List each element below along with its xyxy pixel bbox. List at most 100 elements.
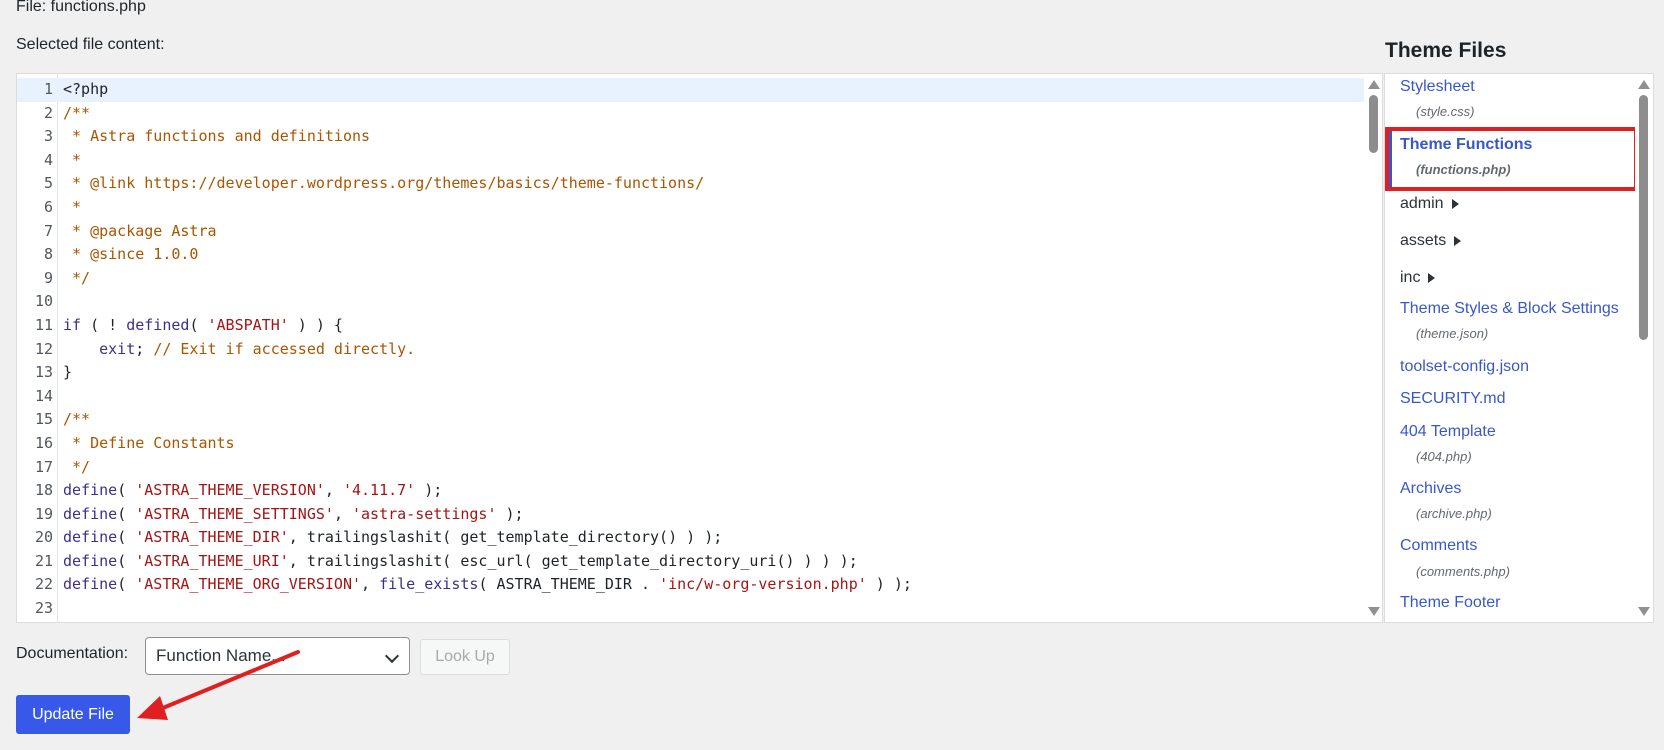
code-line[interactable]: 18 define( 'ASTRA_THEME_VERSION', '4.11.7… [17,479,1364,503]
line-number: 17 [34,457,53,476]
code-token: define [63,575,118,594]
scroll-down-arrow-icon[interactable] [1638,607,1650,616]
code-line[interactable]: 3 * Astra functions and definitions [17,125,1364,149]
expand-arrow-icon[interactable] [1451,198,1459,209]
file-comments[interactable]: Comments [1400,537,1477,555]
code-text: define( 'ASTRA_THEME_URI', trailingslash… [63,550,858,574]
expand-arrow-icon[interactable] [1454,235,1462,246]
code-line[interactable]: 14 [17,385,1364,409]
code-token: , [324,481,343,500]
folder-assets[interactable]: assets [1400,232,1462,250]
line-number: 9 [43,268,53,287]
line-number: 12 [34,339,53,358]
sidebar-scrollbar[interactable] [1635,74,1653,622]
scrollbar-thumb[interactable] [1639,95,1648,340]
code-text: * @package Astra [63,220,217,244]
scroll-down-arrow-icon[interactable] [1368,607,1380,616]
code-token: ; [135,339,154,358]
code-line[interactable]: 16 * Define Constants [17,432,1364,456]
code-token: ( ! [81,315,127,334]
code-token: , trailingslashit( get_template_director… [288,528,723,547]
code-text: * [63,149,81,173]
code-token: * Astra functions and definitions [63,127,371,146]
look-up-button[interactable]: Look Up [420,639,510,675]
line-number: 8 [43,245,53,264]
line-number: 11 [34,315,53,334]
code-line[interactable]: 20 define( 'ASTRA_THEME_DIR', trailingsla… [17,526,1364,550]
code-line[interactable]: 15 /** [17,408,1364,432]
code-line[interactable]: 8 * @since 1.0.0 [17,243,1364,267]
folder-inc[interactable]: inc [1400,269,1436,287]
code-line[interactable]: 19 define( 'ASTRA_THEME_SETTINGS', 'astra… [17,503,1364,527]
folder-inc-label: inc [1400,269,1421,286]
code-token: */ [63,457,91,476]
code-line[interactable]: 7 * @package Astra [17,220,1364,244]
code-token: if [63,315,82,334]
line-number: 2 [43,103,53,122]
file-archives[interactable]: Archives [1400,480,1461,498]
file-stylesheet[interactable]: Stylesheet [1400,78,1475,96]
code-token: * [63,150,82,169]
code-token: ( [117,504,136,523]
code-token: 'ABSPATH' [207,315,289,334]
code-token: /** [63,103,91,122]
code-line[interactable]: 21 define( 'ASTRA_THEME_URI', trailingsla… [17,550,1364,574]
code-text: define( 'ASTRA_THEME_ORG_VERSION', file_… [63,573,912,597]
folder-admin-label: admin [1400,195,1444,212]
code-line[interactable]: 9 */ [17,267,1364,291]
code-token: */ [63,268,91,287]
code-editor[interactable]: 1 <?php 2 /** 3 * Astra functions and defini… [16,73,1383,623]
code-token: , trailingslashit( esc_url( get_template… [288,551,858,570]
code-text: /** [63,408,90,432]
scroll-up-arrow-icon[interactable] [1368,80,1380,89]
code-line[interactable]: 1 <?php [17,78,1364,102]
line-number: 4 [43,150,53,169]
code-line[interactable]: 17 */ [17,456,1364,480]
expand-arrow-icon[interactable] [1428,272,1436,283]
file-theme-styles[interactable]: Theme Styles & Block Settings [1400,300,1619,318]
file-toolset-config[interactable]: toolset-config.json [1400,358,1529,376]
code-token: ) ) { [288,315,343,334]
file-security[interactable]: SECURITY.md [1400,390,1506,408]
file-404-template[interactable]: 404 Template [1400,423,1496,441]
scrollbar-thumb[interactable] [1369,95,1378,153]
code-line[interactable]: 6 * [17,196,1364,220]
code-token: ); [496,504,524,523]
folder-admin[interactable]: admin [1400,195,1459,213]
code-text: * [63,196,81,220]
file-theme-footer[interactable]: Theme Footer [1400,594,1500,612]
line-number: 19 [34,504,53,523]
code-line[interactable]: 10 [17,290,1364,314]
code-text: define( 'ASTRA_THEME_SETTINGS', 'astra-s… [63,503,524,527]
update-file-button[interactable]: Update File [16,695,130,734]
code-token: ); [415,481,443,500]
code-text: if ( ! defined( 'ABSPATH' ) ) { [63,314,343,338]
code-text: * Define Constants [63,432,235,456]
code-text: * Astra functions and definitions [63,125,370,149]
editor-scrollbar[interactable] [1365,74,1382,622]
code-line[interactable]: 23 [17,597,1364,621]
code-token: <?php [63,80,109,98]
code-token: } [63,363,73,382]
code-line[interactable]: 2 /** [17,102,1364,126]
code-line[interactable]: 13} [17,361,1364,385]
code-lines[interactable]: 1 <?php 2 /** 3 * Astra functions and defini… [17,78,1364,621]
code-line[interactable]: 11 if ( ! defined( 'ABSPATH' ) ) { [17,314,1364,338]
code-line[interactable]: 22 define( 'ASTRA_THEME_ORG_VERSION', fil… [17,573,1364,597]
file-404-template-filename: (404.php) [1416,449,1472,464]
code-token: * @link https://developer.wordpress.org/… [63,174,705,193]
scroll-up-arrow-icon[interactable] [1638,80,1650,89]
code-line[interactable]: 5 * @link https://developer.wordpress.or… [17,172,1364,196]
code-text: * @link https://developer.wordpress.org/… [63,172,704,196]
function-name-select[interactable]: Function Name... [145,637,410,675]
code-text: define( 'ASTRA_THEME_DIR', trailingslash… [63,526,722,550]
line-number: 7 [43,221,53,240]
highlight-box [1385,127,1638,191]
code-token: , [333,504,352,523]
code-line[interactable]: 4 * [17,149,1364,173]
code-token: file_exists [379,575,479,594]
code-token: /** [63,410,91,429]
code-text: exit; // Exit if accessed directly. [63,338,415,362]
code-line[interactable]: 12 exit; // Exit if accessed directly. [17,338,1364,362]
